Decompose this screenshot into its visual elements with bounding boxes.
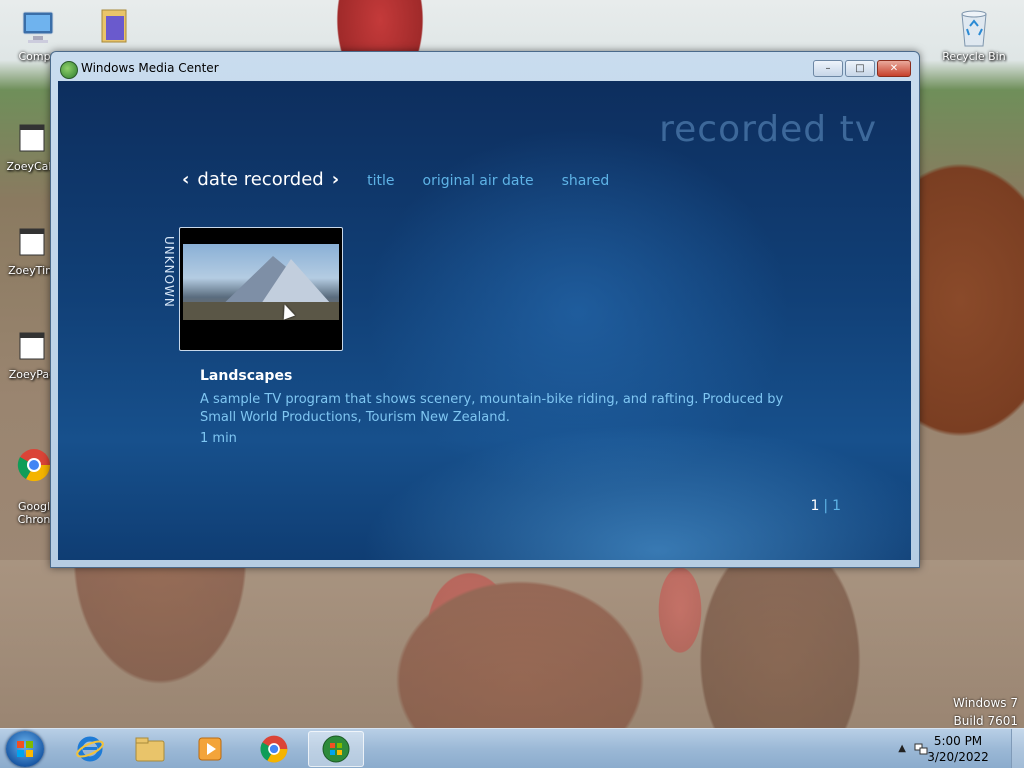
taskbar-media-player[interactable] bbox=[182, 731, 238, 767]
recycle-bin-icon bbox=[954, 8, 994, 48]
window-titlebar[interactable]: Windows Media Center – □ ✕ bbox=[51, 52, 919, 82]
internet-explorer-icon bbox=[76, 736, 104, 762]
page-title: recorded tv bbox=[659, 109, 877, 150]
media-center-icon bbox=[60, 61, 78, 79]
tab-shared[interactable]: shared bbox=[562, 173, 610, 189]
window-title: Windows Media Center bbox=[81, 61, 219, 75]
group-label: UNKNOWN bbox=[162, 236, 176, 308]
chrome-icon bbox=[260, 735, 288, 763]
watermark-line1: Windows 7 bbox=[952, 696, 1018, 710]
show-hidden-icons-arrow-icon[interactable]: ▲ bbox=[898, 743, 906, 754]
recording-title: Landscapes bbox=[200, 368, 293, 384]
desktop-ground bbox=[0, 560, 1024, 728]
pager-current: 1 bbox=[810, 498, 820, 514]
folder-icon bbox=[94, 6, 134, 46]
app-window-icon bbox=[12, 222, 52, 262]
clock-date: 3/20/2022 bbox=[927, 750, 989, 764]
show-desktop-button[interactable] bbox=[1011, 729, 1024, 768]
ground-shape bbox=[183, 302, 339, 320]
folder-icon bbox=[135, 737, 165, 762]
sort-nav: ‹ date recorded › title original air dat… bbox=[182, 169, 609, 190]
recording-thumbnail[interactable] bbox=[179, 227, 343, 351]
desktop-icon-recycle-bin[interactable]: Recycle Bin bbox=[938, 8, 1010, 63]
nav-current-sort[interactable]: date recorded bbox=[197, 169, 323, 190]
media-player-icon bbox=[198, 737, 222, 761]
nav-next-arrow[interactable]: › bbox=[332, 169, 339, 190]
media-center-content: recorded tv ‹ date recorded › title orig… bbox=[58, 81, 911, 560]
clock-time: 5:00 PM bbox=[933, 734, 983, 748]
start-button[interactable] bbox=[6, 731, 44, 767]
pager-total: 1 bbox=[832, 498, 841, 514]
recording-description: A sample TV program that shows scenery, … bbox=[200, 392, 784, 425]
taskbar-windows-media-center[interactable] bbox=[308, 731, 364, 767]
minimize-button[interactable]: – bbox=[813, 60, 843, 77]
taskbar-internet-explorer[interactable] bbox=[62, 731, 118, 767]
windows-build-watermark: Windows 7 Build 7601 bbox=[953, 694, 1018, 728]
recording-thumbnail-image bbox=[183, 244, 339, 320]
taskbar-file-explorer[interactable] bbox=[122, 731, 178, 767]
mountain-snow-shape bbox=[261, 259, 331, 304]
nav-prev-arrow[interactable]: ‹ bbox=[182, 169, 189, 190]
tab-original-air-date[interactable]: original air date bbox=[423, 173, 534, 189]
pager: 1 | 1 bbox=[810, 498, 841, 514]
tab-title[interactable]: title bbox=[367, 173, 394, 189]
taskbar-google-chrome[interactable] bbox=[246, 731, 302, 767]
app-window-icon bbox=[12, 118, 52, 158]
taskbar: ▲ 5:00 PM 3/20/2022 bbox=[0, 728, 1024, 768]
chrome-icon bbox=[14, 445, 54, 485]
close-button[interactable]: ✕ bbox=[877, 60, 911, 77]
watermark-line2: Build 7601 bbox=[953, 714, 1018, 728]
restore-button[interactable]: □ bbox=[845, 60, 875, 77]
desktop-icon-label: Recycle Bin bbox=[942, 50, 1006, 63]
pager-separator: | bbox=[823, 498, 829, 514]
computer-icon bbox=[18, 8, 58, 48]
clock[interactable]: 5:00 PM 3/20/2022 bbox=[918, 733, 998, 765]
media-center-window: Windows Media Center – □ ✕ recorded tv ‹… bbox=[50, 51, 920, 568]
app-window-icon bbox=[12, 326, 52, 366]
windows-logo-icon bbox=[17, 741, 33, 757]
desktop-icon-folder[interactable] bbox=[78, 6, 150, 48]
media-center-icon bbox=[322, 735, 350, 763]
recording-duration: 1 min bbox=[200, 431, 237, 446]
